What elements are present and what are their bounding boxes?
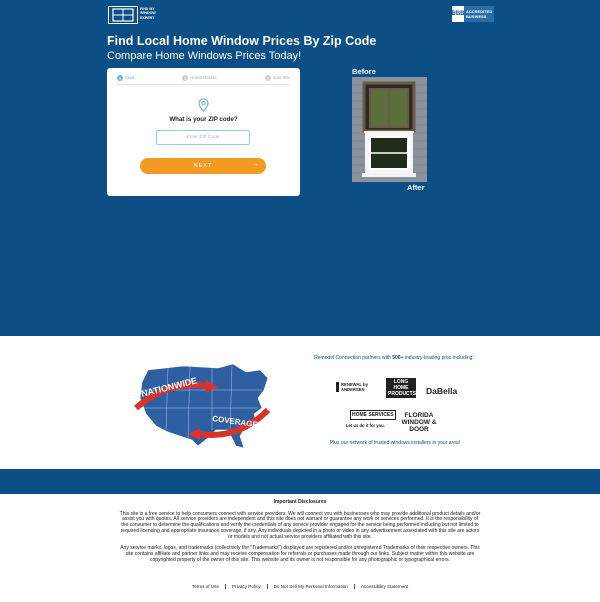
footer-link-accessibility[interactable]: Accessibility Statement <box>355 584 414 589</box>
step-start: 1 Start <box>117 75 134 84</box>
site-logo[interactable] <box>108 6 138 24</box>
partners-intro-prefix: Remodel Connection partners with <box>314 355 393 361</box>
step-label: Start <box>125 75 135 80</box>
zip-form-card: 1 Start 2 Home Details 3 Your Info What … <box>107 68 300 196</box>
hero-section: FIND MY WINDOW EXPERT BBB ACCREDITED BUS… <box>0 0 600 336</box>
footer-link-privacy[interactable]: Privacy Policy <box>226 584 268 589</box>
partners-count: 500+ <box>392 355 404 361</box>
disclosure-paragraph: Any service marks, logos, and trademarks… <box>120 545 480 563</box>
arrow-right-icon: → <box>252 161 260 168</box>
step-your-info: 3 Your Info <box>264 75 290 84</box>
disclosures-title: Important Disclosures <box>273 499 327 505</box>
network-text: Plus our network of trusted windows inst… <box>329 440 461 446</box>
location-pin-icon <box>198 98 209 112</box>
after-label: After <box>407 183 425 192</box>
logo-text: FIND MY WINDOW EXPERT <box>140 7 156 20</box>
form-steps: 1 Start 2 Home Details 3 Your Info <box>117 75 290 85</box>
partners-intro: Remodel Connection partners with 500+ in… <box>310 355 478 362</box>
step-label: Home Details <box>190 75 217 80</box>
partner-logo-home-services: HOME SERVICES <box>350 410 396 420</box>
partner-logos: RENEWAL by ANDERSEN LONG HOME PRODUCTS D… <box>330 376 470 436</box>
footer-link-do-not-sell[interactable]: Do Not Sell My Personal Information <box>268 584 355 589</box>
partners-intro-suffix: industry-leading pros including: <box>403 355 474 361</box>
partner-logo-renewal: RENEWAL by ANDERSEN <box>336 382 372 392</box>
partner-logo-florida: FLORIDA WINDOW & DOOR <box>401 412 437 433</box>
step-number: 2 <box>182 75 189 81</box>
bbb-accredited-text: ACCREDITED BUSINESS <box>464 6 495 22</box>
footer-links: Terms of Use Privacy Policy Do Not Sell … <box>0 584 600 589</box>
before-label: Before <box>352 67 376 76</box>
step-label: Your Info <box>272 75 290 80</box>
footer-link-terms[interactable]: Terms of Use <box>186 584 226 589</box>
zip-question: What is your ZIP code? <box>169 116 238 123</box>
partner-logo-long-home: LONG HOME PRODUCTS <box>386 378 417 398</box>
bbb-seal-icon: BBB <box>452 6 465 22</box>
window-logo-icon <box>112 8 134 22</box>
zip-code-input[interactable] <box>156 130 250 145</box>
step-number: 1 <box>117 75 123 81</box>
bbb-badge[interactable]: BBB ACCREDITED BUSINESS <box>452 6 495 22</box>
divider-band <box>0 469 600 494</box>
us-coverage-map: NATIONWIDE COVERAGE <box>134 363 271 449</box>
next-button-label: NEXT <box>193 163 213 169</box>
page-subtitle: Compare Home Windows Prices Today! <box>107 50 302 62</box>
disclosure-paragraph: This site is a free service to help cons… <box>119 510 481 540</box>
next-button[interactable]: NEXT → <box>140 158 266 174</box>
partner-logo-tagline: Let us do it for you. <box>346 423 385 428</box>
page-title: Find Local Home Window Prices By Zip Cod… <box>107 34 377 48</box>
before-after-window-photo <box>352 77 427 182</box>
step-number: 3 <box>264 75 271 81</box>
coverage-section: NATIONWIDE COVERAGE Remodel Connection p… <box>0 336 600 469</box>
disclosures: Important Disclosures This site is a fre… <box>118 499 482 569</box>
step-home-details: 2 Home Details <box>182 75 217 84</box>
partner-logo-dabella: DaBella <box>426 386 458 396</box>
